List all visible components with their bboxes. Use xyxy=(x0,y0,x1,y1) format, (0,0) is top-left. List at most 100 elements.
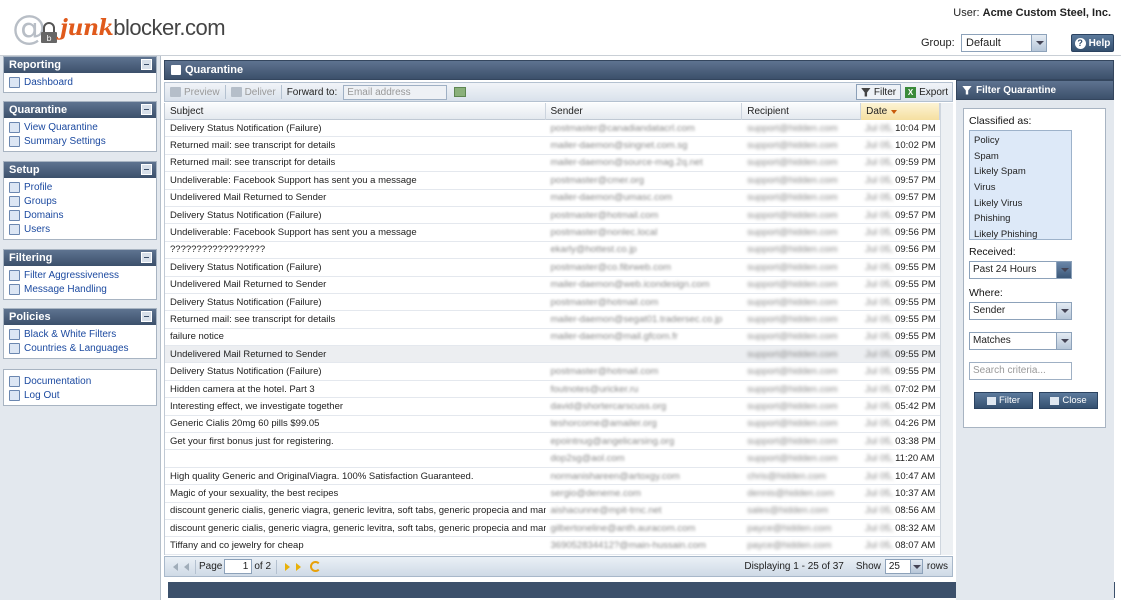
table-row[interactable]: dop2sg@aol.com support@hidden.com Jul 05, 1… xyxy=(165,450,940,468)
chevron-down-icon[interactable] xyxy=(1056,262,1071,278)
received-select[interactable]: Past 24 Hours xyxy=(969,261,1072,279)
collapse-icon[interactable] xyxy=(141,311,152,322)
cell-subject: ?????????????????? xyxy=(170,244,266,256)
classified-option[interactable]: Likely Spam xyxy=(970,164,1071,180)
chevron-down-icon[interactable] xyxy=(909,560,922,573)
table-row[interactable]: Delivery Status Notification (Failure) po… xyxy=(165,294,940,312)
help-button[interactable]: ? Help xyxy=(1071,34,1114,52)
close-filter-button[interactable]: Close xyxy=(1039,392,1098,409)
rows-per-page-select[interactable]: 25 xyxy=(884,559,923,574)
table-row[interactable]: Magic of your sexuality, the best recipe… xyxy=(165,485,940,503)
table-row[interactable]: Interesting effect, we investigate toget… xyxy=(165,398,940,416)
where-select[interactable]: Sender xyxy=(969,302,1072,320)
table-row[interactable]: discount generic cialis, generic viagra,… xyxy=(165,520,940,538)
table-row[interactable]: Returned mail: see transcript for detail… xyxy=(165,155,940,173)
nav-item-filter-aggressiveness[interactable]: Filter Aggressiveness xyxy=(4,268,156,282)
table-row[interactable]: Hidden camera at the hotel. Part 3 foutno… xyxy=(165,381,940,399)
table-row[interactable]: Generic Cialis 20mg 60 pills $99.05 tesho… xyxy=(165,416,940,434)
nav-item-domains[interactable]: Domains xyxy=(4,208,156,222)
page-number-input[interactable]: 1 xyxy=(224,559,253,574)
classified-option[interactable]: Spam xyxy=(970,149,1071,165)
classified-option[interactable]: Policy xyxy=(970,133,1071,149)
deliver-button[interactable]: Deliver xyxy=(226,87,281,98)
apply-filter-button[interactable]: Filter xyxy=(974,392,1033,409)
forward-email-input[interactable]: Email address xyxy=(343,84,448,100)
classified-as-listbox[interactable]: Policy Spam Likely Spam Virus Likely Virus Ph… xyxy=(969,130,1072,240)
export-button[interactable]: X Export xyxy=(901,86,952,98)
table-row[interactable]: ?????????????????? ekarly@hottest.co.jp su… xyxy=(165,242,940,260)
nav-item-groups[interactable]: Groups xyxy=(4,194,156,208)
nav-item-dashboard[interactable]: Dashboard xyxy=(4,75,156,89)
column-header-subject[interactable]: Subject xyxy=(165,103,546,120)
nav-item-black-white-filters[interactable]: Black & White Filters xyxy=(4,327,156,341)
table-row[interactable]: Delivery Status Notification (Failure) po… xyxy=(165,207,940,225)
nav-item-label: Documentation xyxy=(24,375,92,387)
table-row[interactable]: Delivery Status Notification (Failure) po… xyxy=(165,120,940,138)
refresh-icon[interactable] xyxy=(310,561,322,572)
nav-item-documentation[interactable]: Documentation xyxy=(4,374,156,388)
column-header-sender[interactable]: Sender xyxy=(546,103,743,120)
nav-item-message-handling[interactable]: Message Handling xyxy=(4,282,156,296)
table-row[interactable]: Undelivered Mail Returned to Sender maile… xyxy=(165,277,940,294)
send-envelope-icon[interactable] xyxy=(454,87,467,97)
nav-section-header[interactable]: Setup xyxy=(4,162,156,178)
cell-date-day: Jul 05, xyxy=(865,487,894,499)
nav-item-users[interactable]: Users xyxy=(4,222,156,236)
pager-divider xyxy=(195,559,196,574)
user-name: Acme Custom Steel, Inc. xyxy=(982,7,1111,19)
table-row[interactable]: Delivery Status Notification (Failure) po… xyxy=(165,259,940,277)
classified-option[interactable]: Likely Virus xyxy=(970,195,1071,211)
chevron-down-icon[interactable] xyxy=(1056,303,1071,319)
nav-item-log-out[interactable]: Log Out xyxy=(4,388,156,402)
chevron-down-icon[interactable] xyxy=(1056,333,1071,349)
table-row[interactable]: Undeliverable: Facebook Support has sent… xyxy=(165,224,940,242)
table-row[interactable]: Undelivered Mail Returned to Sender suppo… xyxy=(165,346,940,364)
cell-date-day: Jul 05, xyxy=(865,140,894,152)
nav-item-countries-languages[interactable]: Countries & Languages xyxy=(4,341,156,355)
table-row[interactable]: Undeliverable: Facebook Support has sent… xyxy=(165,172,940,190)
table-row[interactable]: Get your first bonus just for registerin… xyxy=(165,433,940,451)
nav-item-profile[interactable]: Profile xyxy=(4,180,156,194)
search-criteria-input[interactable]: Search criteria... xyxy=(969,362,1072,380)
table-row[interactable]: Tiffany and co jewelry for cheap 36905283… xyxy=(165,537,940,555)
collapse-icon[interactable] xyxy=(141,252,152,263)
column-header-recipient[interactable]: Recipient xyxy=(742,103,862,120)
nav-section-title: Setup xyxy=(9,164,40,176)
chevron-down-icon[interactable] xyxy=(1031,35,1046,51)
classified-option[interactable]: Likely Phishing xyxy=(970,227,1071,239)
pagination-bar: Page 1 of 2 Displaying 1 - 25 of 37 Show… xyxy=(164,556,953,577)
junkblocker-logo[interactable]: @ b junkblocker.com xyxy=(12,8,226,48)
black-white-filter-icon xyxy=(9,328,20,340)
table-row[interactable]: Undelivered Mail Returned to Sender maile… xyxy=(165,190,940,207)
nav-section-header[interactable]: Quarantine xyxy=(4,102,156,118)
first-page-icon[interactable] xyxy=(173,562,178,571)
filter-toggle-button[interactable]: Filter xyxy=(855,84,902,100)
column-header-date[interactable]: Date xyxy=(861,103,940,120)
nav-item-view-quarantine[interactable]: View Quarantine xyxy=(4,120,156,134)
grid-scrollbar[interactable] xyxy=(940,103,953,555)
cell-date-day: Jul 05, xyxy=(865,453,894,465)
nav-section-header[interactable]: Filtering xyxy=(4,250,156,266)
classified-option[interactable]: Virus xyxy=(970,180,1071,196)
table-row[interactable]: Delivery Status Notification (Failure) po… xyxy=(165,363,940,381)
next-page-icon[interactable] xyxy=(285,562,291,571)
nav-section-header[interactable]: Policies xyxy=(4,309,156,325)
group-select[interactable]: Default xyxy=(961,34,1047,52)
collapse-icon[interactable] xyxy=(141,164,152,175)
classified-option[interactable]: Phishing xyxy=(970,211,1071,227)
table-row[interactable]: High quality Generic and OriginalViagra.… xyxy=(165,468,940,486)
preview-button[interactable]: Preview xyxy=(165,87,225,98)
match-type-select[interactable]: Matches xyxy=(969,332,1072,350)
previous-page-icon[interactable] xyxy=(184,562,189,571)
last-page-icon[interactable] xyxy=(296,562,302,571)
table-row[interactable]: Returned mail: see transcript for detail… xyxy=(165,311,940,329)
cell-date-day: Jul 05, xyxy=(865,209,894,221)
table-row[interactable]: Returned mail: see transcript for detail… xyxy=(165,137,940,155)
nav-item-summary-settings[interactable]: Summary Settings xyxy=(4,134,156,148)
collapse-icon[interactable] xyxy=(141,59,152,70)
table-row[interactable]: discount generic cialis, generic viagra,… xyxy=(165,503,940,520)
collapse-icon[interactable] xyxy=(141,104,152,115)
cell-date-time: 09:56 PM xyxy=(895,227,936,239)
table-row[interactable]: failure notice mailer-daemon@mail.gfcom.f… xyxy=(165,329,940,347)
nav-section-header[interactable]: Reporting xyxy=(4,57,156,73)
